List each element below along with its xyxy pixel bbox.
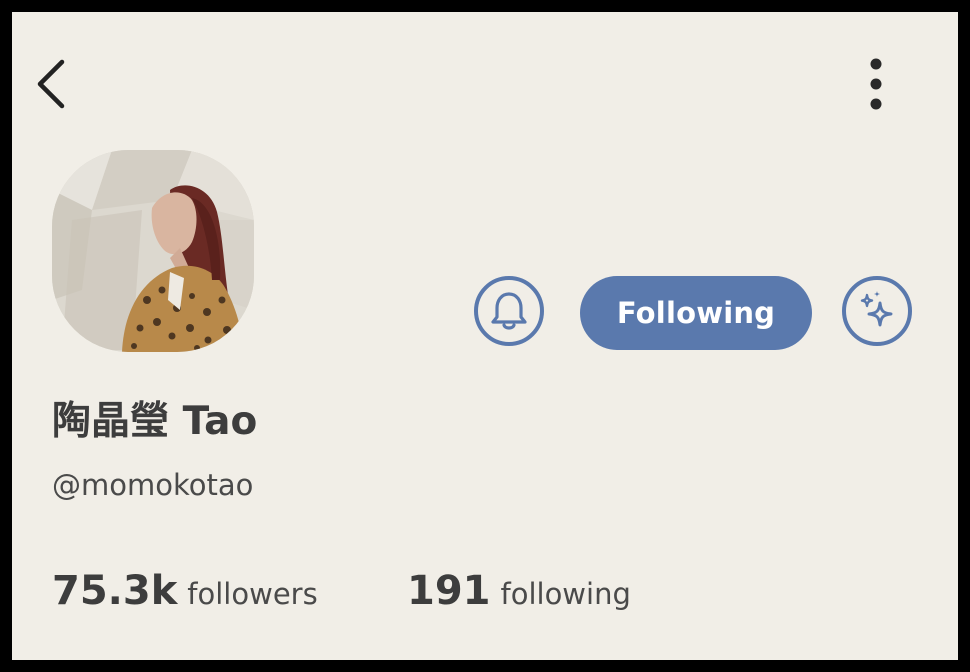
avatar[interactable] [52, 150, 254, 352]
notification-bell-button[interactable] [474, 276, 544, 346]
followers-stat[interactable]: 75.3k followers [52, 568, 318, 614]
more-options-button[interactable] [860, 56, 892, 116]
ai-sparkle-button[interactable] [842, 276, 912, 346]
back-button[interactable] [32, 58, 76, 110]
profile-screen: Following 陶晶瑩 Tao @momokotao 75.3k follow… [12, 12, 958, 660]
bell-icon [491, 292, 527, 330]
followers-count: 75.3k [52, 568, 178, 614]
following-stat[interactable]: 191 following [407, 568, 631, 614]
followers-label: followers [187, 577, 318, 611]
following-count: 191 [407, 568, 491, 614]
avatar-photo [52, 150, 254, 352]
back-arrow-icon [37, 59, 65, 109]
following-label: following [500, 577, 631, 611]
following-button[interactable]: Following [580, 276, 812, 350]
sparkle-icon [860, 291, 893, 327]
profile-display-name: 陶晶瑩 Tao [52, 399, 258, 444]
profile-handle: @momokotao [52, 468, 254, 502]
more-vertical-icon [870, 58, 882, 110]
